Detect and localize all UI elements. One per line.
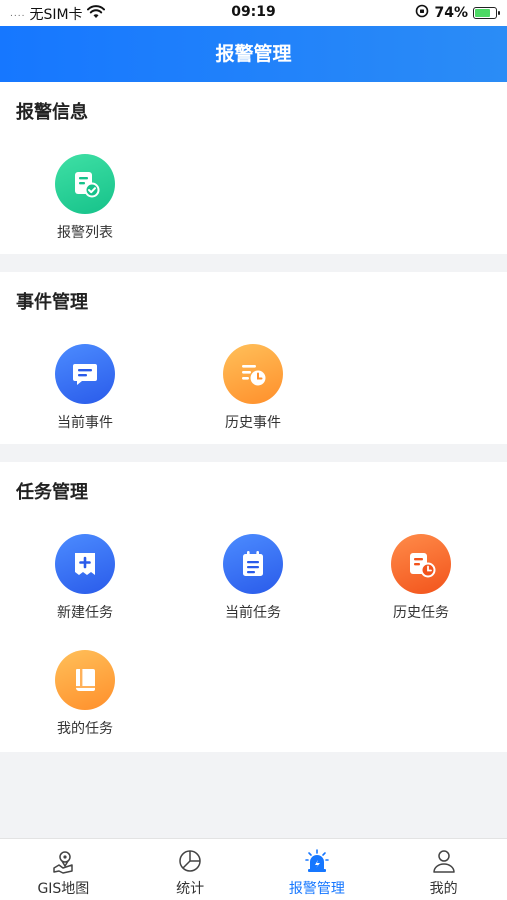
new-task-button[interactable]: 新建任务 bbox=[25, 534, 145, 622]
current-events-button[interactable]: 当前事件 bbox=[25, 344, 145, 432]
section-event-management: 事件管理 当前事件 历史事件 bbox=[0, 272, 507, 444]
user-icon bbox=[431, 848, 457, 874]
status-bar: .... 无SIM卡 09:19 74% bbox=[0, 0, 507, 26]
battery-percent: 74% bbox=[434, 5, 468, 21]
tab-alarm-management[interactable]: 报警管理 bbox=[254, 839, 381, 900]
history-task-button[interactable]: 历史任务 bbox=[361, 534, 481, 622]
alarm-list-label: 报警列表 bbox=[57, 225, 113, 241]
history-events-label: 历史事件 bbox=[225, 415, 281, 431]
current-events-label: 当前事件 bbox=[57, 415, 113, 431]
message-icon bbox=[55, 344, 115, 404]
section-title-task-management: 任务管理 bbox=[16, 482, 88, 503]
history-events-button[interactable]: 历史事件 bbox=[193, 344, 313, 432]
current-task-label: 当前任务 bbox=[225, 605, 281, 621]
status-right: 74% bbox=[415, 4, 500, 22]
map-icon bbox=[50, 848, 76, 874]
tab-label-mine: 我的 bbox=[429, 881, 458, 897]
book-icon bbox=[55, 650, 115, 710]
tab-label-gis-map: GIS地图 bbox=[37, 881, 90, 897]
add-doc-icon bbox=[55, 534, 115, 594]
tab-gis-map[interactable]: GIS地图 bbox=[0, 839, 127, 900]
alarm-list-icon bbox=[55, 154, 115, 214]
history-list-icon bbox=[223, 344, 283, 404]
my-tasks-label: 我的任务 bbox=[57, 721, 113, 737]
history-task-label: 历史任务 bbox=[393, 605, 449, 621]
section-title-event-management: 事件管理 bbox=[16, 292, 88, 313]
new-task-label: 新建任务 bbox=[57, 605, 113, 621]
tab-statistics[interactable]: 统计 bbox=[127, 839, 254, 900]
history-doc-icon bbox=[391, 534, 451, 594]
section-task-management: 任务管理 新建任务 当前任务 历史任务 我的任务 bbox=[0, 462, 507, 752]
alarm-list-button[interactable]: 报警列表 bbox=[25, 154, 145, 242]
battery-icon bbox=[473, 7, 500, 19]
tab-label-alarm-management: 报警管理 bbox=[288, 881, 345, 897]
page-title: 报警管理 bbox=[0, 26, 507, 82]
calendar-icon bbox=[223, 534, 283, 594]
pie-chart-icon bbox=[177, 848, 203, 874]
orientation-lock-icon bbox=[415, 4, 429, 22]
siren-icon bbox=[304, 848, 330, 874]
my-tasks-button[interactable]: 我的任务 bbox=[25, 650, 145, 738]
current-task-button[interactable]: 当前任务 bbox=[193, 534, 313, 622]
tab-label-statistics: 统计 bbox=[176, 881, 205, 897]
section-alarm-info: 报警信息 报警列表 bbox=[0, 82, 507, 254]
tab-mine[interactable]: 我的 bbox=[380, 839, 507, 900]
section-title-alarm-info: 报警信息 bbox=[16, 102, 88, 123]
bottom-tab-bar: GIS地图 统计 报警管理 我的 bbox=[0, 838, 507, 900]
